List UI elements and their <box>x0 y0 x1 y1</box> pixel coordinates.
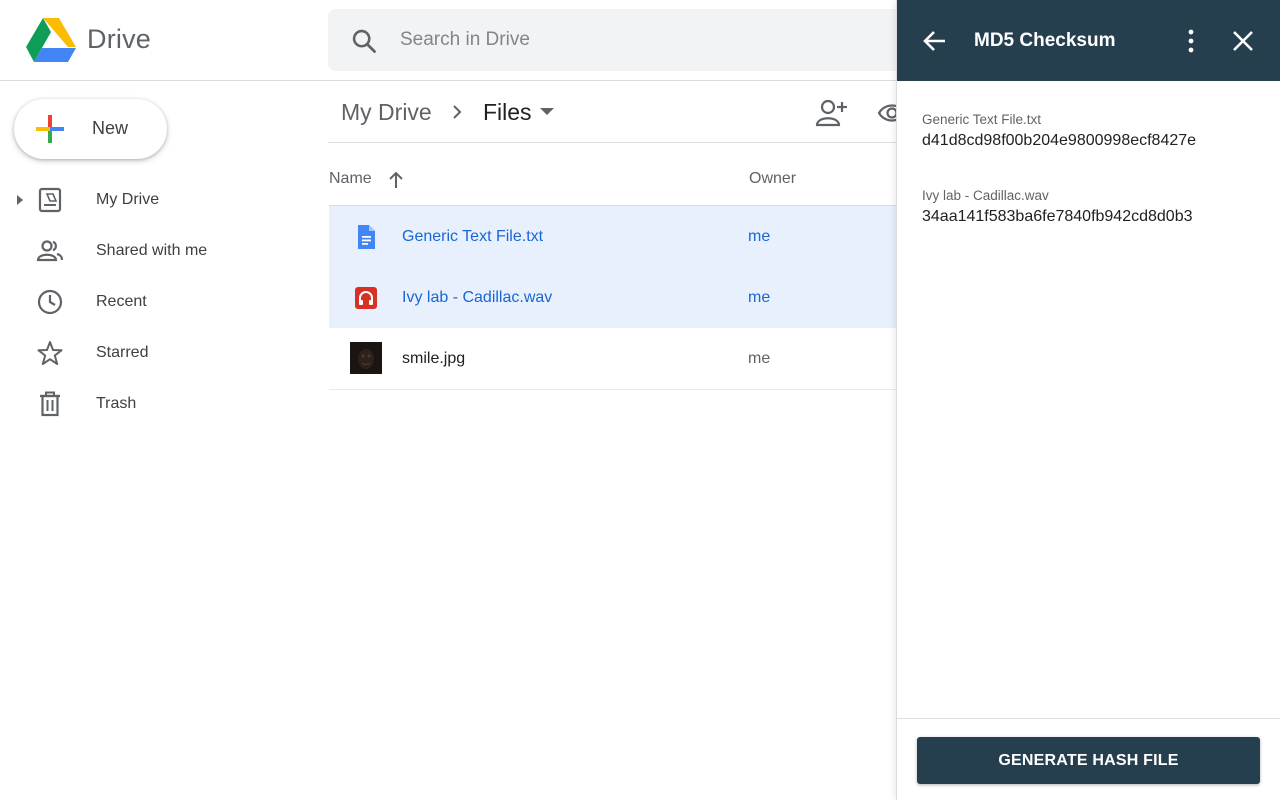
sidebar-item-recent[interactable]: Recent <box>0 276 300 327</box>
file-list: Generic Text File.txt me Ivy lab - Cadil… <box>329 205 929 390</box>
expand-arrow-icon[interactable] <box>15 193 25 207</box>
hash-list: Generic Text File.txt d41d8cd98f00b204e9… <box>922 111 1262 263</box>
my-drive-icon <box>38 187 62 213</box>
add-person-icon[interactable] <box>815 98 849 128</box>
sidebar-nav: My Drive Shared with me Recent Starred T… <box>0 174 300 429</box>
file-row[interactable]: Ivy lab - Cadillac.wav me <box>329 266 929 328</box>
trash-icon <box>40 391 60 417</box>
hash-value: d41d8cd98f00b204e9800998ecf8427e <box>922 132 1197 149</box>
panel-footer: GENERATE HASH FILE <box>897 718 1280 800</box>
star-icon <box>37 341 63 365</box>
image-thumbnail <box>350 342 382 374</box>
more-vert-icon[interactable] <box>1179 27 1203 55</box>
md5-checksum-panel: MD5 Checksum Generic Text File.txt d41d8… <box>896 0 1280 800</box>
google-doc-icon <box>358 225 375 249</box>
hash-entry: Ivy lab - Cadillac.wav 34aa141f583ba6fe7… <box>922 187 1262 263</box>
sidebar-item-my-drive[interactable]: My Drive <box>0 174 300 225</box>
search-box[interactable] <box>328 9 948 71</box>
sidebar-item-starred[interactable]: Starred <box>0 327 300 378</box>
sidebar-item-label: Trash <box>96 395 137 412</box>
drive-brand-label[interactable]: Drive <box>87 24 151 55</box>
panel-header: MD5 Checksum <box>897 0 1280 81</box>
sidebar-item-trash[interactable]: Trash <box>0 378 300 429</box>
sidebar-item-label: Recent <box>96 293 147 310</box>
new-button[interactable]: New <box>14 99 167 159</box>
chevron-right-icon <box>453 105 462 119</box>
sidebar-item-label: Shared with me <box>96 242 208 259</box>
file-name: Generic Text File.txt <box>402 228 544 245</box>
file-row[interactable]: Generic Text File.txt me <box>329 205 929 267</box>
hash-filename: Ivy lab - Cadillac.wav <box>922 188 1049 203</box>
clock-icon <box>37 289 63 315</box>
file-owner: me <box>748 350 771 367</box>
toolbar-divider <box>328 142 928 143</box>
arrow-up-icon[interactable] <box>387 170 405 190</box>
file-owner: me <box>748 288 771 306</box>
drive-logo-icon[interactable] <box>26 18 76 62</box>
file-row[interactable]: smile.jpg me <box>329 328 929 390</box>
new-button-label: New <box>92 118 129 138</box>
audio-file-icon <box>355 286 377 309</box>
hash-value: 34aa141f583ba6fe7840fb942cd8d0b3 <box>922 208 1193 225</box>
breadcrumb-my-drive[interactable]: My Drive <box>341 99 432 126</box>
file-name: smile.jpg <box>402 350 466 367</box>
search-input[interactable] <box>400 25 880 55</box>
close-icon[interactable] <box>1230 28 1256 54</box>
hash-filename: Generic Text File.txt <box>922 112 1042 127</box>
shared-icon <box>36 240 64 262</box>
file-name: Ivy lab - Cadillac.wav <box>402 288 553 306</box>
plus-icon <box>36 115 64 143</box>
back-arrow-icon[interactable] <box>921 27 949 55</box>
hash-entry: Generic Text File.txt d41d8cd98f00b204e9… <box>922 111 1262 187</box>
column-header-name[interactable]: Name <box>329 170 372 188</box>
column-header-owner[interactable]: Owner <box>749 170 796 188</box>
panel-title: MD5 Checksum <box>974 30 1116 51</box>
file-owner: me <box>748 228 771 245</box>
sidebar-item-shared[interactable]: Shared with me <box>0 225 300 276</box>
sidebar-item-label: My Drive <box>96 191 160 208</box>
breadcrumb-current-folder[interactable]: Files <box>483 99 532 126</box>
search-icon[interactable] <box>350 27 378 55</box>
caret-down-icon[interactable] <box>540 108 554 116</box>
sidebar-item-label: Starred <box>96 344 149 361</box>
generate-hash-file-button[interactable]: GENERATE HASH FILE <box>917 737 1260 784</box>
